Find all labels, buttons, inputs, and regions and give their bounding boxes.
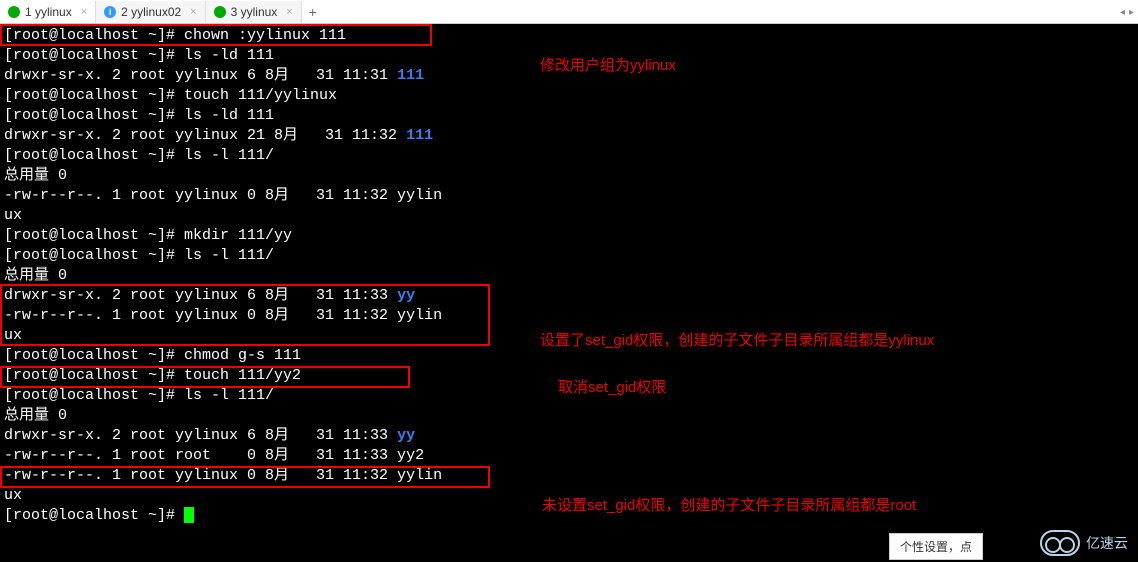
terminal-line: -rw-r--r--. 1 root yylinux 0 8月 31 11:32… <box>4 186 1134 206</box>
terminal-line: -rw-r--r--. 1 root yylinux 0 8月 31 11:32… <box>4 306 1134 326</box>
tab-1[interactable]: 1 yylinux × <box>0 1 96 23</box>
chevron-left-icon[interactable]: ◂ <box>1120 7 1125 18</box>
tab-label: 2 yylinux02 <box>121 5 181 19</box>
terminal-line: [root@localhost ~]# ls -l 111/ <box>4 146 1134 166</box>
terminal[interactable]: [root@localhost ~]# chown :yylinux 111 [… <box>0 24 1138 562</box>
terminal-line: ux <box>4 206 1134 226</box>
dir-name: yy <box>397 287 415 304</box>
add-tab-button[interactable]: + <box>302 1 324 23</box>
watermark-text: 亿速云 <box>1086 533 1128 553</box>
close-icon[interactable]: × <box>282 6 292 18</box>
annotation-2: 设置了set_gid权限，创建的子文件子目录所属组都是yylinux <box>540 329 934 350</box>
annotation-4: 未设置set_gid权限，创建的子文件子目录所属组都是root <box>542 494 916 515</box>
close-icon[interactable]: × <box>186 6 196 18</box>
tab-bar: 1 yylinux × i 2 yylinux02 × 3 yylinux × … <box>0 0 1138 24</box>
terminal-line: -rw-r--r--. 1 root root 0 8月 31 11:33 yy… <box>4 446 1134 466</box>
settings-popup[interactable]: 个性设置，点 <box>889 533 983 560</box>
tab-label: 3 yylinux <box>231 5 278 19</box>
terminal-line: [root@localhost ~]# chown :yylinux 111 <box>4 26 1134 46</box>
terminal-line: [root@localhost ~]# mkdir 111/yy <box>4 226 1134 246</box>
status-dot-icon <box>214 6 226 18</box>
tab-label: 1 yylinux <box>25 5 72 19</box>
terminal-line: 总用量 0 <box>4 166 1134 186</box>
info-dot-icon: i <box>104 6 116 18</box>
annotation-3: 取消set_gid权限 <box>558 376 666 397</box>
watermark: 亿速云 <box>1040 530 1128 556</box>
chevron-right-icon[interactable]: ▸ <box>1129 7 1134 18</box>
tab-3[interactable]: 3 yylinux × <box>206 1 302 23</box>
terminal-line: 总用量 0 <box>4 266 1134 286</box>
terminal-line: [root@localhost ~]# ls -l 111/ <box>4 246 1134 266</box>
annotation-1: 修改用户组为yylinux <box>540 54 676 75</box>
terminal-line: -rw-r--r--. 1 root yylinux 0 8月 31 11:32… <box>4 466 1134 486</box>
terminal-line: drwxr-sr-x. 2 root yylinux 6 8月 31 11:33… <box>4 286 1134 306</box>
close-icon[interactable]: × <box>77 6 87 18</box>
status-dot-icon <box>8 6 20 18</box>
terminal-line: drwxr-sr-x. 2 root yylinux 21 8月 31 11:3… <box>4 126 1134 146</box>
tab-2[interactable]: i 2 yylinux02 × <box>96 1 205 23</box>
dir-name: yy <box>397 427 415 444</box>
terminal-line: [root@localhost ~]# touch 111/yylinux <box>4 86 1134 106</box>
terminal-line: drwxr-sr-x. 2 root yylinux 6 8月 31 11:33… <box>4 426 1134 446</box>
terminal-line: 总用量 0 <box>4 406 1134 426</box>
tab-nav: ◂ ▸ <box>1120 0 1134 24</box>
dir-name: 111 <box>406 127 433 144</box>
cursor-icon <box>184 507 194 523</box>
terminal-line: [root@localhost ~]# ls -ld 111 <box>4 106 1134 126</box>
dir-name: 111 <box>397 67 424 84</box>
watermark-logo-icon <box>1040 530 1080 556</box>
